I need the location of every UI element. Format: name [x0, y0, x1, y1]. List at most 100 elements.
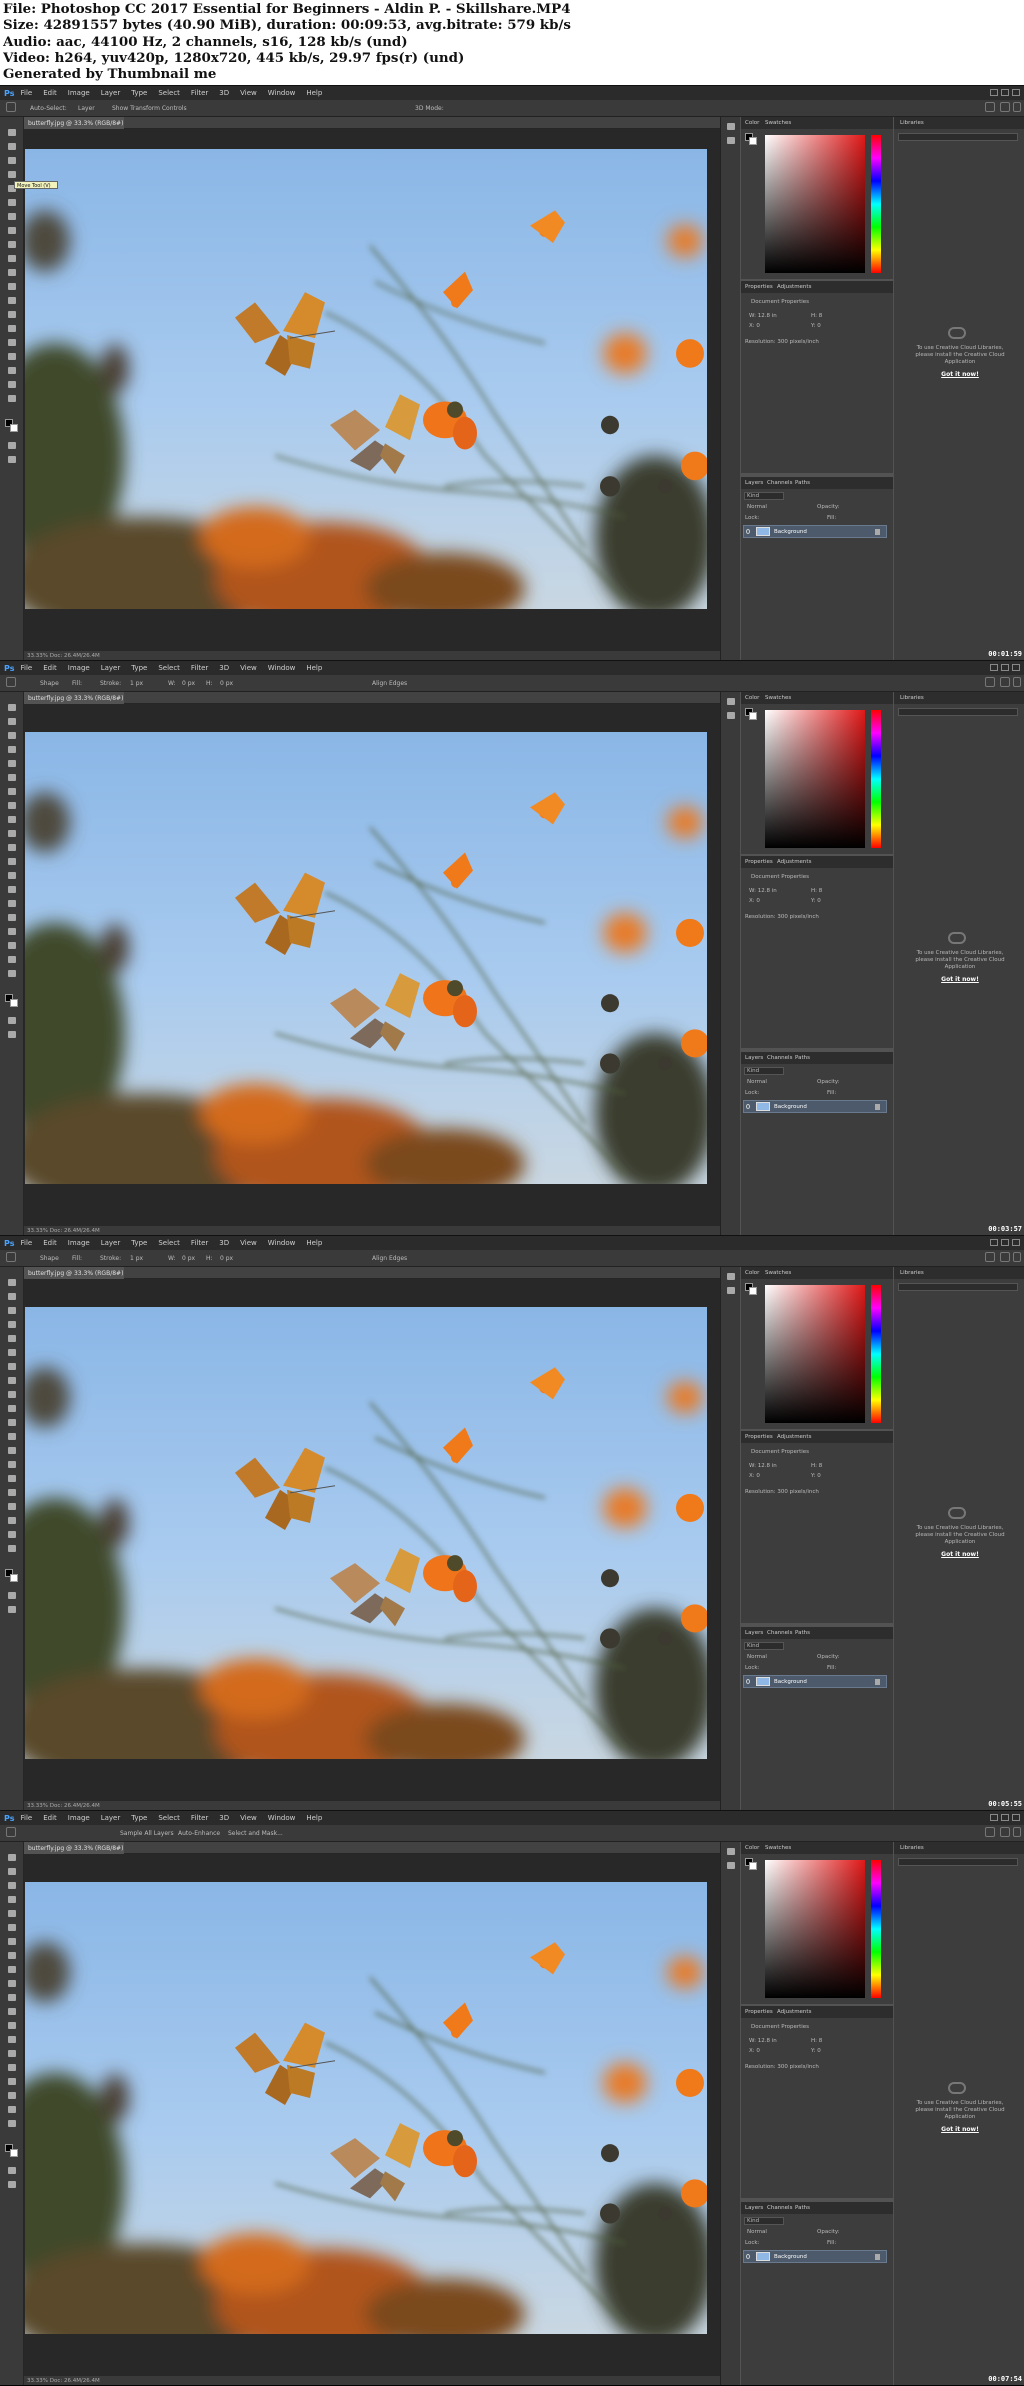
tab-color[interactable]: Color [745, 695, 759, 701]
tab-color[interactable]: Color [745, 120, 759, 126]
background-color-swatch[interactable] [10, 424, 18, 432]
gradient-icon[interactable] [8, 283, 16, 290]
library-link[interactable]: Got it now! [912, 371, 1008, 378]
butterfly-photo[interactable] [25, 149, 707, 609]
menu-item[interactable]: Window [268, 1814, 296, 1822]
menu-item[interactable]: Layer [101, 1814, 121, 1822]
pen-icon[interactable] [8, 325, 16, 332]
shape-icon[interactable] [8, 1517, 16, 1524]
tab-swatches[interactable]: Swatches [765, 695, 791, 701]
history-icon[interactable] [727, 1273, 735, 1280]
quick-mask-icon[interactable] [8, 1592, 16, 1599]
document-tab[interactable]: butterfly.jpg @ 33.3% (RGB/8#) [24, 692, 124, 704]
property-height[interactable]: H: 8 [811, 313, 822, 319]
share-icon[interactable] [1013, 677, 1021, 687]
menu-item[interactable]: Image [68, 664, 90, 672]
layer-row-background[interactable]: Background [743, 1675, 887, 1688]
menu-item[interactable]: Select [158, 89, 180, 97]
eye-icon[interactable] [746, 1679, 750, 1684]
color-bg-swatch[interactable] [749, 137, 757, 145]
property-height[interactable]: H: 8 [811, 888, 822, 894]
history-brush-icon[interactable] [8, 1405, 16, 1412]
menu-item[interactable]: Filter [191, 1239, 208, 1247]
option-label[interactable]: Auto-Enhance [178, 1830, 220, 1837]
share-icon[interactable] [1013, 1252, 1021, 1262]
maximize-icon[interactable] [1001, 664, 1009, 671]
brush-icon[interactable] [8, 1952, 16, 1959]
library-search-input[interactable] [898, 1283, 1018, 1291]
hue-slider[interactable] [871, 1860, 881, 1998]
library-search-input[interactable] [898, 133, 1018, 141]
dodge-icon[interactable] [8, 311, 16, 318]
eyedropper-icon[interactable] [8, 1349, 16, 1356]
eye-icon[interactable] [746, 1104, 750, 1109]
option-label[interactable]: 0 px [182, 1255, 195, 1262]
property-y[interactable]: Y: 0 [811, 898, 821, 904]
option-label[interactable]: Align Edges [372, 680, 407, 687]
menu-item[interactable]: Edit [43, 664, 57, 672]
blend-mode-select[interactable]: Normal [747, 1079, 767, 1085]
minimize-icon[interactable] [990, 1814, 998, 1821]
menu-item[interactable]: Filter [191, 89, 208, 97]
menu-item[interactable]: View [240, 1239, 257, 1247]
workspace-icon[interactable] [1000, 1827, 1010, 1837]
screen-mode-icon[interactable] [8, 1606, 16, 1613]
zoom-icon[interactable] [8, 970, 16, 977]
menu-item[interactable]: Select [158, 1814, 180, 1822]
property-width[interactable]: W: 12.8 in [749, 2038, 777, 2044]
option-label[interactable]: Fill: [72, 1255, 82, 1262]
tab-libraries[interactable]: Libraries [900, 1270, 924, 1276]
tab-adjustments[interactable]: Adjustments [777, 1434, 811, 1440]
tab-paths[interactable]: Paths [795, 2205, 810, 2211]
option-label[interactable]: 1 px [130, 680, 143, 687]
library-link[interactable]: Got it now! [912, 2126, 1008, 2133]
quick-select-icon[interactable] [8, 1896, 16, 1903]
menu-item[interactable]: 3D [219, 1239, 229, 1247]
menu-item[interactable]: View [240, 89, 257, 97]
hand-icon[interactable] [8, 1531, 16, 1538]
zoom-icon[interactable] [8, 1545, 16, 1552]
tool-preset-icon[interactable] [6, 102, 16, 112]
property-height[interactable]: H: 8 [811, 1463, 822, 1469]
eye-icon[interactable] [746, 529, 750, 534]
option-label[interactable]: Shape [40, 680, 59, 687]
menu-item[interactable]: Layer [101, 664, 121, 672]
property-y[interactable]: Y: 0 [811, 323, 821, 329]
document-tab[interactable]: butterfly.jpg @ 33.3% (RGB/8#) [24, 1267, 124, 1279]
blur-icon[interactable] [8, 872, 16, 879]
option-label[interactable]: Align Edges [372, 1255, 407, 1262]
history-brush-icon[interactable] [8, 830, 16, 837]
quick-mask-icon[interactable] [8, 1017, 16, 1024]
zoom-icon[interactable] [8, 2120, 16, 2127]
tab-adjustments[interactable]: Adjustments [777, 284, 811, 290]
properties-icon[interactable] [727, 137, 735, 144]
menu-item[interactable]: Help [306, 664, 322, 672]
butterfly-photo[interactable] [25, 732, 707, 1184]
library-search-input[interactable] [898, 1858, 1018, 1866]
blend-mode-select[interactable]: Normal [747, 1654, 767, 1660]
menu-item[interactable]: Select [158, 664, 180, 672]
tab-swatches[interactable]: Swatches [765, 120, 791, 126]
properties-icon[interactable] [727, 1862, 735, 1869]
screen-mode-icon[interactable] [8, 2181, 16, 2188]
brush-icon[interactable] [8, 1377, 16, 1384]
butterfly-photo[interactable] [25, 1307, 707, 1759]
menu-item[interactable]: Image [68, 1814, 90, 1822]
option-label[interactable]: Fill: [72, 680, 82, 687]
document-tab[interactable]: butterfly.jpg @ 33.3% (RGB/8#) [24, 1842, 124, 1854]
shape-icon[interactable] [8, 942, 16, 949]
menu-item[interactable]: Filter [191, 664, 208, 672]
library-link[interactable]: Got it now! [912, 976, 1008, 983]
lasso-icon[interactable] [8, 157, 16, 164]
option-label[interactable]: Layer [78, 105, 95, 112]
shape-icon[interactable] [8, 367, 16, 374]
share-icon[interactable] [1013, 102, 1021, 112]
tab-channels[interactable]: Channels [767, 1630, 792, 1636]
maximize-icon[interactable] [1001, 1814, 1009, 1821]
option-label[interactable]: Shape [40, 1255, 59, 1262]
background-color-swatch[interactable] [10, 999, 18, 1007]
blend-mode-select[interactable]: Normal [747, 504, 767, 510]
layer-row-background[interactable]: Background [743, 1100, 887, 1113]
hue-slider[interactable] [871, 135, 881, 273]
option-label[interactable]: Show Transform Controls [112, 105, 187, 112]
